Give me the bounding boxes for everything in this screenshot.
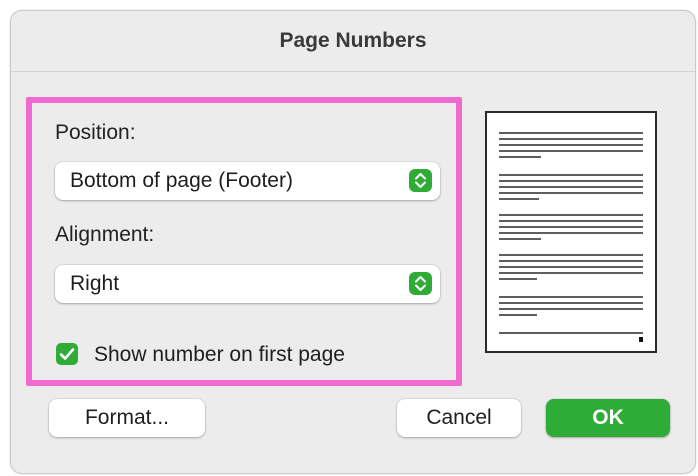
position-select-value: Bottom of page (Footer) — [70, 169, 293, 192]
page-preview-drawing — [499, 132, 643, 342]
format-button[interactable]: Format... — [49, 399, 205, 437]
show-first-page-checkbox[interactable] — [56, 343, 78, 365]
page-numbers-dialog: Page Numbers Position: Bottom of page (F… — [10, 10, 696, 474]
show-first-page-label[interactable]: Show number on first page — [94, 343, 345, 367]
alignment-label: Alignment: — [55, 223, 155, 246]
cancel-button[interactable]: Cancel — [397, 399, 521, 437]
alignment-select[interactable]: Right — [55, 265, 440, 303]
page-preview — [485, 111, 657, 353]
checkmark-icon — [59, 348, 75, 360]
alignment-select-value: Right — [70, 272, 120, 295]
up-down-chevron-icon[interactable] — [409, 169, 432, 192]
position-label: Position: — [55, 121, 136, 144]
up-down-chevron-icon[interactable] — [409, 272, 432, 295]
position-select[interactable]: Bottom of page (Footer) — [55, 162, 440, 200]
ok-button[interactable]: OK — [546, 399, 670, 437]
dialog-title: Page Numbers — [11, 11, 695, 72]
